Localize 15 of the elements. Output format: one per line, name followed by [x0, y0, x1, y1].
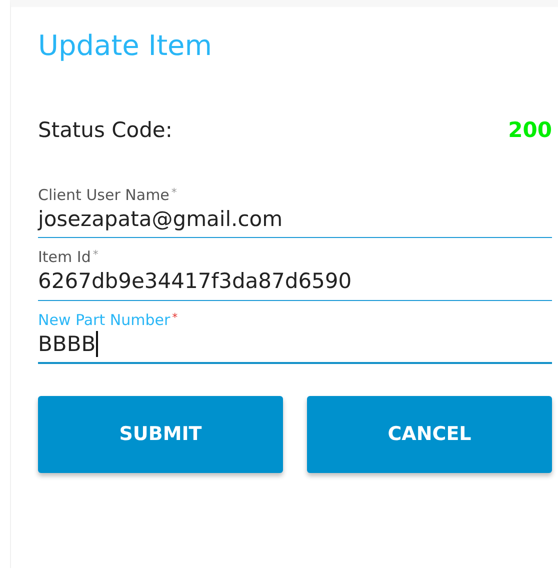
- input-field[interactable]: josezapata@gmail.com: [38, 204, 552, 238]
- action-button[interactable]: CANCEL: [307, 396, 552, 473]
- status-label: Status Code:: [38, 116, 172, 144]
- field-label: Item Id: [38, 248, 91, 266]
- field-label: Client User Name: [38, 186, 170, 204]
- action-button[interactable]: SUBMIT: [38, 396, 283, 473]
- required-asterisk: *: [92, 248, 98, 262]
- required-asterisk: *: [171, 186, 177, 200]
- input-field[interactable]: BBBB: [38, 328, 552, 364]
- required-asterisk: *: [172, 310, 178, 324]
- status-code: 200: [508, 116, 552, 144]
- form-title: Update Item: [38, 29, 214, 63]
- text-cursor: [96, 331, 98, 358]
- field-label: New Part Number: [38, 310, 170, 329]
- input-field[interactable]: 6267db9e34417f3da87d6590: [38, 266, 552, 301]
